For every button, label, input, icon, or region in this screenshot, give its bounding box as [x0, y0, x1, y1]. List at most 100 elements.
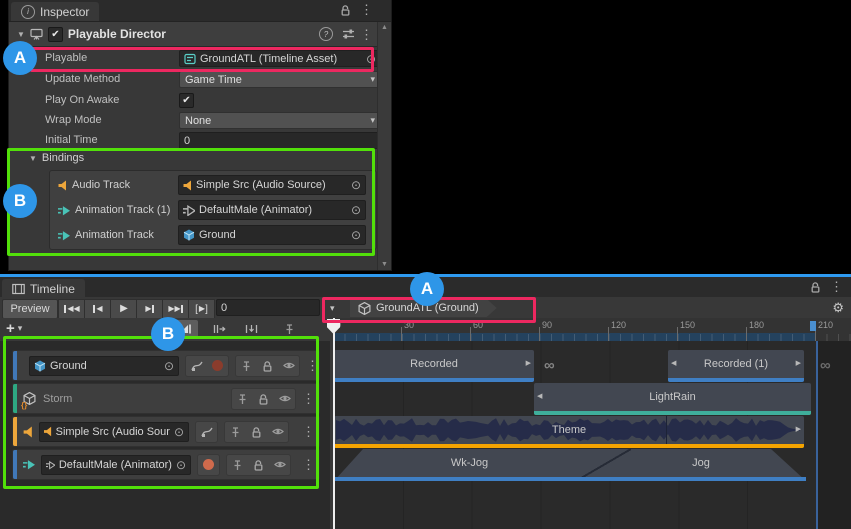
- clip-recorded-1[interactable]: Recorded (1) ◀ ▶: [668, 350, 804, 382]
- clip-label: Recorded (1): [668, 358, 804, 370]
- component-header[interactable]: ▼ ✔ Playable Director ? ⋮: [9, 22, 385, 47]
- update-method-label: Update Method: [45, 71, 120, 88]
- foldout-icon[interactable]: ▼: [17, 30, 25, 39]
- info-icon: i: [21, 5, 35, 19]
- clip-color-bar: [534, 411, 811, 415]
- play-button[interactable]: ▶: [110, 299, 137, 319]
- pin-icon: [284, 323, 295, 335]
- bracket-icon: ]: [205, 304, 208, 315]
- clip-left-handle[interactable]: ◀: [537, 393, 542, 400]
- clip-label: Theme: [334, 424, 804, 436]
- replace-mode-icon: [245, 323, 258, 335]
- clip-label: LightRain: [534, 391, 811, 403]
- help-icon[interactable]: ?: [319, 27, 333, 41]
- clip-right-handle[interactable]: ▶: [526, 360, 531, 367]
- plus-icon: +: [6, 321, 15, 336]
- annotation-box-b-timeline: [3, 336, 319, 489]
- tab-inspector-label: Inspector: [40, 5, 89, 19]
- playable-director-icon: [30, 28, 43, 41]
- lock-icon[interactable]: [810, 281, 821, 293]
- play-icon: ▶: [120, 304, 127, 314]
- preview-toggle-button[interactable]: Preview: [2, 299, 58, 319]
- annotation-badge-a: A: [3, 41, 37, 75]
- clip-label: Wk-Jog: [363, 457, 576, 469]
- window-menu-icon[interactable]: ⋮: [830, 280, 843, 293]
- next-frame-button[interactable]: ▶: [136, 299, 163, 319]
- fwd-icon: ▶: [168, 305, 173, 313]
- play-range-button[interactable]: [▶]: [188, 299, 215, 319]
- scroll-down-icon[interactable]: ▼: [381, 261, 388, 268]
- ruler-minor-ticks: [333, 334, 851, 341]
- tab-timeline-label: Timeline: [30, 282, 75, 296]
- initial-time-field[interactable]: 0: [179, 132, 381, 149]
- film-icon: [12, 283, 25, 295]
- clip-recorded[interactable]: Recorded ▶: [334, 350, 534, 382]
- tab-inspector[interactable]: i Inspector: [11, 2, 99, 21]
- tick-label: 180: [749, 320, 764, 330]
- scroll-up-icon[interactable]: ▲: [381, 24, 388, 31]
- initial-time-value: 0: [184, 135, 190, 147]
- clip-right-handle[interactable]: ▶: [796, 426, 801, 433]
- clip-color-bar: [334, 477, 806, 481]
- wrap-mode-value: None: [185, 115, 211, 127]
- rev-icon: ◀: [96, 305, 101, 313]
- goto-start-button[interactable]: ◀◀: [58, 299, 85, 319]
- clip-color-bar: [668, 378, 804, 382]
- add-track-button[interactable]: + ▾: [6, 321, 22, 336]
- tick-label: 150: [680, 320, 695, 330]
- chevron-down-icon: ▾: [18, 323, 23, 334]
- window-menu-icon[interactable]: ⋮: [360, 3, 373, 16]
- clip-label: Recorded: [334, 358, 534, 370]
- component-enabled-checkbox[interactable]: ✔: [48, 27, 63, 42]
- bracket-icon: [: [195, 304, 198, 315]
- tick-label: 90: [542, 320, 552, 330]
- annotation-badge-b: B: [151, 317, 185, 351]
- tab-timeline[interactable]: Timeline: [2, 279, 85, 298]
- clip-lightrain[interactable]: LightRain ◀: [534, 383, 811, 415]
- hold-infinity-icon: ∞: [544, 357, 555, 374]
- playhead-line: [333, 318, 335, 529]
- inspector-tabbar: i Inspector ⋮: [9, 0, 391, 22]
- ripple-mode-icon: [213, 323, 226, 335]
- clips-pane: Recorded ▶ ∞ Recorded (1) ◀ ▶ ∞ LightRai…: [333, 341, 851, 529]
- play-on-awake-checkbox[interactable]: ✔: [179, 93, 194, 108]
- component-title: Playable Director: [68, 27, 166, 41]
- annotation-box-a-inspector: [30, 47, 374, 72]
- tick-label: 210: [818, 320, 833, 330]
- screenshot-root: i Inspector ⋮ ▼ ✔ Playable Director ? ⋮ …: [0, 0, 851, 529]
- clip-color-bar: [334, 378, 534, 382]
- play-on-awake-label: Play On Awake: [45, 92, 119, 109]
- tick-label: 120: [611, 320, 626, 330]
- out-of-range-shade: [818, 341, 851, 529]
- clip-right-handle[interactable]: ▶: [796, 360, 801, 367]
- inspector-scrollbar[interactable]: ▲ ▼: [377, 22, 391, 270]
- update-method-value: Game Time: [185, 74, 242, 86]
- wrap-mode-label: Wrap Mode: [45, 112, 102, 129]
- fwd-icon: ▶: [145, 305, 150, 313]
- clip-color-bar: [334, 444, 804, 448]
- play-icon: ▶: [199, 305, 204, 313]
- goto-end-button[interactable]: ▶▶: [162, 299, 189, 319]
- timeline-end-marker[interactable]: [810, 321, 816, 331]
- wrap-mode-dropdown[interactable]: None ▾: [179, 112, 381, 129]
- chevron-down-icon: ▾: [370, 115, 375, 126]
- clip-theme[interactable]: Theme ▶: [334, 416, 804, 448]
- clip-label: Jog: [631, 457, 771, 469]
- rev-icon: ◀: [67, 305, 72, 313]
- previous-frame-button[interactable]: ◀: [84, 299, 111, 319]
- annotation-box-b-inspector: [7, 148, 375, 256]
- current-time-field[interactable]: 0: [216, 299, 320, 316]
- gear-icon[interactable]: ⚙: [832, 300, 844, 316]
- annotation-badge-b: B: [3, 184, 37, 218]
- lock-icon[interactable]: [340, 4, 351, 16]
- annotation-badge-a: A: [410, 272, 444, 306]
- presets-icon[interactable]: [342, 28, 355, 40]
- component-menu-icon[interactable]: ⋮: [360, 28, 373, 41]
- update-method-dropdown[interactable]: Game Time ▾: [179, 71, 381, 88]
- current-time-value: 0: [221, 302, 227, 314]
- initial-time-label: Initial Time: [45, 132, 98, 149]
- rev-icon: ◀: [74, 305, 79, 313]
- fwd-icon: ▶: [175, 305, 180, 313]
- chevron-down-icon: ▾: [370, 74, 375, 85]
- clip-left-handle[interactable]: ◀: [671, 360, 676, 367]
